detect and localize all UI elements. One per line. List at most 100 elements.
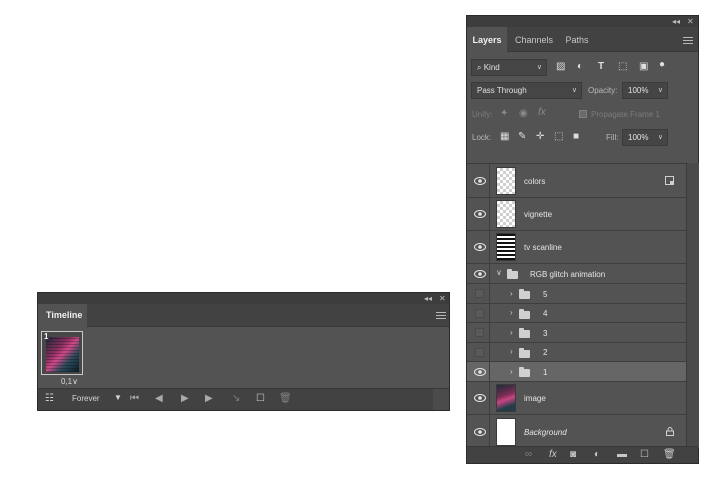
duplicate-frame-icon[interactable]: ☐	[256, 393, 265, 405]
tab-timeline[interactable]: Timeline	[38, 304, 87, 328]
visibility-toggle[interactable]	[467, 231, 490, 263]
layer-thumbnail	[496, 200, 516, 228]
tab-channels[interactable]: Channels	[511, 27, 557, 53]
smart-object-filter-icon[interactable]: ▣	[639, 61, 648, 73]
layer-name: tv scanline	[524, 243, 562, 252]
layer-vignette[interactable]: vignette	[467, 198, 686, 231]
previous-frame-icon[interactable]: ◀	[155, 393, 163, 405]
layer-list-scrollbar[interactable]	[686, 163, 699, 448]
unify-visibility-icon[interactable]: ◉	[519, 108, 528, 120]
play-icon[interactable]: ▶	[181, 393, 189, 405]
visibility-toggle[interactable]	[467, 323, 490, 342]
collapse-icon[interactable]: ◂◂	[424, 293, 432, 304]
tab-paths[interactable]: Paths	[561, 27, 593, 53]
chevron-down-icon[interactable]: ∨	[496, 268, 502, 277]
chevron-down-icon: ∨	[571, 87, 577, 94]
frame-delay-value: 0,1	[61, 377, 73, 386]
type-filter-icon[interactable]: T	[598, 61, 604, 73]
tween-icon[interactable]: ↘	[232, 393, 240, 405]
layer-colors[interactable]: colors	[467, 164, 686, 198]
frame-thumbnail	[46, 337, 79, 372]
layer-name: image	[524, 394, 546, 403]
visibility-toggle[interactable]	[467, 164, 490, 197]
new-layer-icon[interactable]: ☐	[640, 449, 649, 461]
chevron-right-icon[interactable]: ›	[510, 308, 513, 317]
pixel-filter-icon[interactable]: ▨	[556, 61, 565, 73]
opacity-field[interactable]: 100% ∨	[622, 82, 668, 99]
chevron-down-icon: ∨	[657, 87, 663, 94]
layer-list: colors vignette tv scanline ∨ RGB glitch…	[467, 163, 686, 449]
first-frame-icon[interactable]: ⏮	[130, 393, 139, 405]
layer-group-3[interactable]: › 3	[467, 323, 686, 343]
loop-options[interactable]: Forever	[72, 394, 100, 403]
delete-layer-icon[interactable]: 🗑	[663, 449, 676, 461]
timeline-resize-area	[433, 389, 449, 410]
panel-menu-icon[interactable]	[683, 37, 693, 44]
frame-delay[interactable]: 0,1∨	[61, 377, 78, 386]
visibility-toggle[interactable]	[467, 284, 490, 303]
layer-name: 5	[543, 290, 548, 299]
new-group-icon[interactable]: ▬	[617, 449, 627, 461]
convert-timeline-icon[interactable]: ☷	[45, 393, 54, 405]
fill-value: 100%	[628, 133, 649, 142]
unify-style-icon[interactable]: fx	[538, 107, 546, 119]
lock-position-icon[interactable]: ✛	[536, 131, 544, 143]
chevron-right-icon[interactable]: ›	[510, 367, 513, 376]
propagate-checkbox[interactable]	[579, 110, 587, 118]
layer-image[interactable]: image	[467, 382, 686, 415]
hidden-visibility-box	[475, 289, 484, 298]
folder-icon	[519, 309, 530, 319]
shape-filter-icon[interactable]: ⬚	[618, 61, 627, 73]
lock-transparent-icon[interactable]: ▦	[500, 131, 509, 143]
panel-menu-icon[interactable]	[436, 312, 446, 319]
chevron-right-icon[interactable]: ›	[510, 347, 513, 356]
adjustment-filter-icon[interactable]: ◐	[577, 61, 583, 73]
layer-group-5[interactable]: › 5	[467, 284, 686, 304]
layer-tv-scanline[interactable]: tv scanline	[467, 231, 686, 264]
unify-position-icon[interactable]: ✦	[500, 108, 508, 120]
layer-group-2[interactable]: › 2	[467, 343, 686, 362]
layer-thumbnail	[496, 418, 516, 446]
tab-layers[interactable]: Layers	[467, 27, 507, 53]
layer-thumbnail	[496, 384, 516, 412]
filter-kind-select[interactable]: ⌕ Kind ∨	[471, 59, 547, 76]
visibility-toggle[interactable]	[467, 362, 490, 381]
link-layers-icon[interactable]: ∞	[525, 449, 532, 461]
lock-artboard-icon[interactable]: ⬚	[554, 131, 563, 143]
next-frame-icon[interactable]: ▶	[205, 393, 213, 405]
filter-toggle-icon[interactable]: ●	[659, 59, 665, 71]
loop-dropdown-icon[interactable]: ▼	[114, 393, 122, 402]
layer-name: 1	[543, 368, 548, 377]
visibility-toggle[interactable]	[467, 382, 490, 414]
animation-frame[interactable]: 1	[41, 331, 83, 375]
layer-group-4[interactable]: › 4	[467, 304, 686, 323]
visibility-toggle[interactable]	[467, 198, 490, 230]
close-icon[interactable]: ✕	[439, 293, 446, 304]
fx-icon[interactable]: fx	[549, 449, 557, 461]
close-icon[interactable]: ✕	[687, 16, 694, 27]
lock-all-icon[interactable]: ■	[573, 131, 579, 143]
layers-tab-bar: Layers Channels Paths	[467, 27, 698, 53]
eye-icon	[474, 210, 486, 218]
eye-icon	[474, 394, 486, 402]
layers-panel: ◂◂ ✕ Layers Channels Paths ⌕ Kind ∨ ▨ ◐ …	[466, 15, 699, 464]
chevron-right-icon[interactable]: ›	[510, 328, 513, 337]
collapse-icon[interactable]: ◂◂	[672, 16, 680, 27]
layer-group-1[interactable]: › 1	[467, 362, 686, 382]
layers-bottom-toolbar: ∞ fx ◙ ◐ ▬ ☐ 🗑	[467, 446, 698, 463]
adjustment-layer-icon[interactable]: ◐	[594, 449, 600, 461]
layer-background[interactable]: Background	[467, 415, 686, 449]
visibility-toggle[interactable]	[467, 415, 490, 449]
add-mask-icon[interactable]: ◙	[570, 449, 576, 461]
chevron-right-icon[interactable]: ›	[510, 289, 513, 298]
visibility-toggle[interactable]	[467, 304, 490, 322]
visibility-toggle[interactable]	[467, 264, 490, 283]
layer-group-rgb-glitch-animation[interactable]: ∨ RGB glitch animation	[467, 264, 686, 284]
fill-field[interactable]: 100% ∨	[622, 129, 668, 146]
hidden-visibility-box	[475, 309, 484, 318]
visibility-toggle[interactable]	[467, 343, 490, 361]
layer-name: vignette	[524, 210, 553, 219]
blend-mode-select[interactable]: Pass Through ∨	[471, 82, 582, 99]
lock-image-icon[interactable]: ✎	[518, 131, 526, 143]
delete-frame-icon[interactable]: 🗑	[279, 393, 292, 405]
